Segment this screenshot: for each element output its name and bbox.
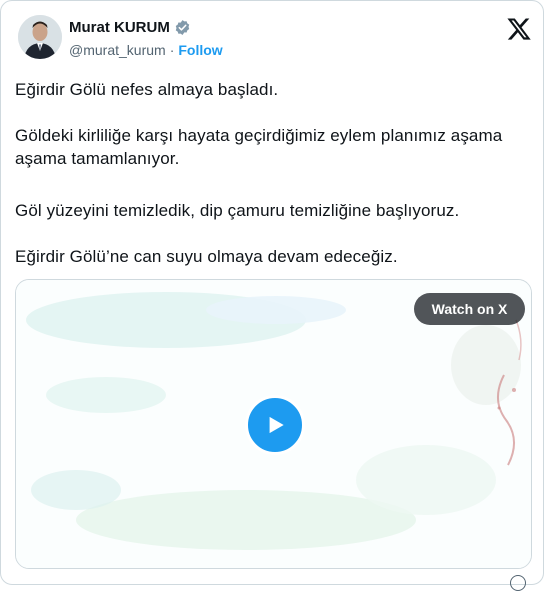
author-name[interactable]: Murat KURUM	[69, 19, 170, 36]
tweet-paragraph-4: Eğirdir Gölü’ne can suyu olmaya devam ed…	[15, 247, 398, 266]
info-icon[interactable]	[510, 575, 526, 591]
play-icon	[269, 416, 284, 434]
video-media[interactable]: Watch on X	[15, 279, 532, 569]
separator-dot: ·	[169, 42, 175, 58]
avatar[interactable]	[18, 15, 62, 59]
tweet-paragraph-1: Eğirdir Gölü nefes almaya başladı.	[15, 80, 279, 99]
tweet-paragraph-3: Göl yüzeyini temizledik, dip çamuru temi…	[15, 201, 460, 220]
handle-row: @murat_kurum · Follow	[69, 42, 223, 58]
author-handle[interactable]: @murat_kurum	[69, 42, 166, 58]
follow-button[interactable]: Follow	[178, 42, 222, 58]
watch-on-x-button[interactable]: Watch on X	[414, 293, 525, 325]
verified-badge-icon	[175, 20, 190, 35]
tweet-paragraph-2: Göldeki kirliliğe karşı hayata geçirdiği…	[15, 126, 503, 168]
tweet-card: Murat KURUM @murat_kurum · Follow Eğirdi…	[0, 0, 544, 585]
x-logo-icon[interactable]	[506, 16, 532, 42]
author-name-row[interactable]: Murat KURUM	[69, 19, 191, 36]
play-button[interactable]	[245, 395, 305, 455]
